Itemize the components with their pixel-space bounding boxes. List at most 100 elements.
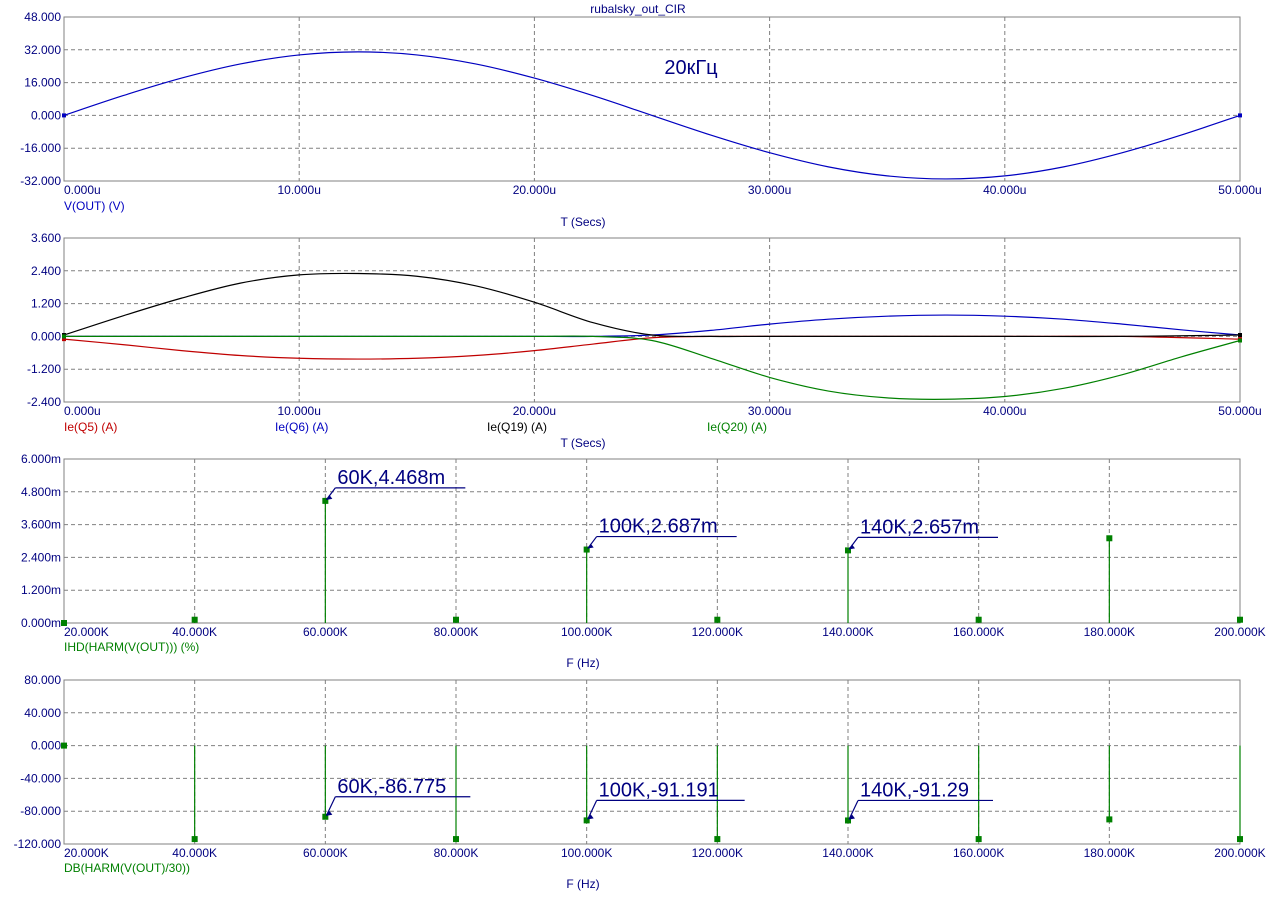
harmonic-marker [714, 616, 721, 623]
series-line-3 [63, 272, 1241, 338]
x-tick-label: 160.000K [953, 625, 1004, 639]
harmonic-marker [1106, 535, 1113, 542]
y-tick-label: -40.000 [20, 771, 61, 785]
harmonic-marker [975, 836, 982, 843]
series-marker [62, 334, 66, 339]
y-tick-label: 2.400m [21, 550, 61, 564]
x-tick-label: 100.000K [561, 846, 612, 860]
series-marker [1238, 333, 1242, 338]
x-tick-label: 50.000u [1218, 183, 1261, 197]
chart-title: rubalsky_out_CIR [590, 2, 686, 16]
x-tick-label: 80.000K [434, 625, 479, 639]
x-tick-label: 120.000K [692, 846, 743, 860]
annotation-label: 60K,4.468m [337, 467, 445, 489]
harmonic-marker [61, 742, 67, 749]
x-axis-label: T (Secs) [560, 215, 605, 229]
x-tick-label: 100.000K [561, 625, 612, 639]
x-tick-label: 60.000K [303, 846, 348, 860]
y-tick-label: -80.000 [20, 804, 61, 818]
x-tick-label: 200.000K [1214, 846, 1265, 860]
series-line-1 [63, 335, 1241, 360]
x-tick-label: 30.000u [748, 404, 791, 418]
y-tick-label: -16.000 [20, 141, 61, 155]
y-tick-label: -32.000 [20, 174, 61, 188]
legend-entry: V(OUT) (V) [64, 199, 125, 213]
x-tick-label: 160.000K [953, 846, 1004, 860]
y-tick-label: 48.000 [24, 10, 61, 24]
y-tick-label: 0.000 [31, 108, 61, 122]
x-tick-label: 40.000u [983, 183, 1026, 197]
y-tick-label: 40.000 [24, 706, 61, 720]
x-tick-label: 120.000K [692, 625, 743, 639]
annotation-label: 100K,2.687m [599, 516, 718, 538]
x-tick-label: 20.000u [513, 183, 556, 197]
plot-frame [63, 237, 1241, 403]
x-axis-label: T (Secs) [560, 436, 605, 450]
y-tick-label: 0.000m [21, 616, 61, 630]
y-tick-label: 3.600m [21, 518, 61, 532]
y-tick-label: 0.000 [31, 739, 61, 753]
series-line-2 [64, 314, 1241, 338]
annotation-arrow [587, 543, 594, 549]
series-line-4 [64, 335, 1241, 400]
x-tick-label: 60.000K [303, 625, 348, 639]
harmonic-marker [714, 836, 721, 843]
legend-entry: Ie(Q20) (A) [707, 420, 767, 434]
harmonic-marker [1106, 816, 1113, 823]
y-tick-label: -2.400 [27, 395, 61, 409]
annotation-label: 60K,-86.775 [337, 776, 446, 798]
x-tick-label: 30.000u [748, 183, 791, 197]
x-tick-label: 20.000K [64, 625, 109, 639]
x-tick-label: 80.000K [434, 846, 479, 860]
y-tick-label: 6.000m [21, 452, 61, 466]
series-marker [62, 113, 66, 118]
x-tick-label: 40.000u [983, 404, 1026, 418]
y-tick-label: 1.200m [21, 583, 61, 597]
plot-panel-2: 0.000u 10.000u 20.000u 30.000u 40.000u 50.000… [27, 231, 1262, 450]
legend-entry: Ie(Q5) (A) [64, 420, 117, 434]
plot-panel-3: 20.000K 40.000K 60.000K 80.000K 100.000K 120.… [21, 452, 1266, 670]
y-tick-label: 80.000 [24, 673, 61, 687]
legend-entry: IHD(HARM(V(OUT))) (%) [64, 640, 199, 654]
x-tick-label: 0.000u [64, 183, 101, 197]
x-axis-label: F (Hz) [566, 656, 599, 670]
annotation-arrow [326, 494, 333, 500]
frequency-annotation: 20кГц [664, 57, 717, 79]
x-tick-label: 200.000K [1214, 625, 1265, 639]
x-tick-label: 180.000K [1084, 846, 1135, 860]
x-axis-label: F (Hz) [566, 877, 599, 891]
x-tick-label: 20.000u [513, 404, 556, 418]
plot-panel-1: 0.000u 10.000u 20.000u 30.000u 40.000u 50.000… [20, 10, 1261, 229]
x-tick-label: 180.000K [1084, 625, 1135, 639]
legend-entry: Ie(Q6) (A) [275, 420, 328, 434]
harmonic-marker [453, 836, 459, 843]
x-tick-label: 140.000K [822, 625, 873, 639]
harmonic-marker [191, 616, 198, 623]
plot-panel-4: 20.000K 40.000K 60.000K 80.000K 100.000K 120.… [14, 673, 1266, 891]
harmonic-marker [191, 836, 198, 843]
y-tick-label: 2.400 [31, 264, 61, 278]
y-tick-label: -1.200 [27, 362, 61, 376]
x-tick-label: 0.000u [64, 404, 101, 418]
x-tick-label: 40.000K [172, 846, 217, 860]
plot-frame [63, 16, 1241, 182]
legend-entry: Ie(Q19) (A) [487, 420, 547, 434]
plot-canvas: rubalsky_out_CIR 0.000u 10.000u 20.000u 30.… [14, 2, 1266, 891]
plot-frame [63, 679, 1241, 845]
x-tick-label: 50.000u [1218, 404, 1261, 418]
x-tick-label: 140.000K [822, 846, 873, 860]
x-tick-label: 10.000u [278, 183, 321, 197]
series-marker [1238, 338, 1242, 343]
harmonic-marker [1237, 836, 1243, 843]
legend-entry: DB(HARM(V(OUT)/30)) [64, 861, 190, 875]
y-tick-label: 1.200 [31, 297, 61, 311]
series-marker [1238, 113, 1242, 118]
x-tick-label: 10.000u [278, 404, 321, 418]
y-tick-label: 0.000 [31, 329, 61, 343]
annotation-label: 100K,-91.191 [599, 779, 719, 801]
annotation-label: 140K,-91.29 [860, 779, 969, 801]
y-tick-label: 16.000 [24, 76, 61, 90]
x-tick-label: 40.000K [172, 625, 217, 639]
x-tick-label: 20.000K [64, 846, 109, 860]
annotation-arrow [849, 544, 855, 550]
